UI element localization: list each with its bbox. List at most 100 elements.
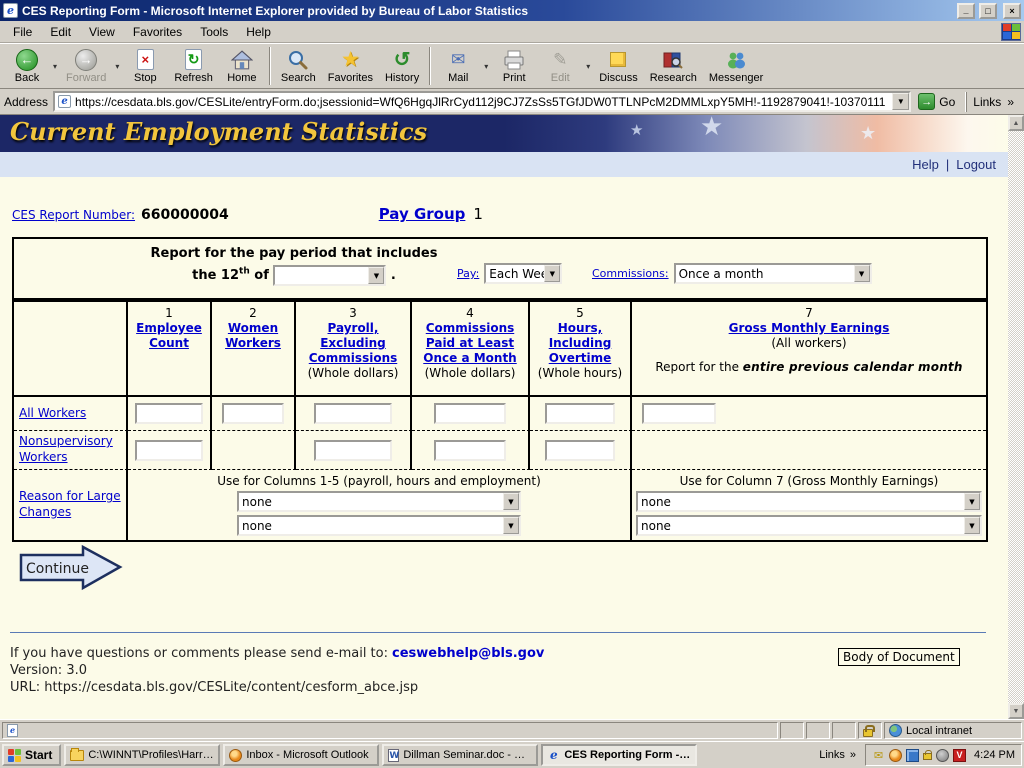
nonsupervisory-workers-link[interactable]: Nonsupervisory Workers (19, 434, 121, 465)
reason-cols-1-5-select-2[interactable]: none ▼ (237, 515, 521, 536)
favorites-button[interactable]: ★ Favorites (322, 45, 379, 87)
outlook-icon (229, 749, 242, 762)
tray-lock-icon[interactable] (923, 753, 932, 760)
taskbar-task-folder[interactable]: C:\WINNT\Profiles\Harre... (64, 744, 220, 766)
commissions-link[interactable]: Commissions: (592, 267, 669, 280)
input-nonsup-employee-count[interactable] (135, 440, 203, 461)
close-button[interactable]: × (1003, 3, 1021, 19)
input-all-workers-gross-earnings[interactable] (642, 403, 716, 424)
tray-network-icon[interactable] (906, 749, 919, 762)
input-all-workers-hours[interactable] (545, 403, 615, 424)
refresh-button[interactable]: ↻ Refresh (168, 45, 219, 87)
system-tray: ✉ V 4:24 PM (865, 744, 1022, 766)
version-text: Version: 3.0 (10, 662, 544, 679)
body-of-document-tag[interactable]: Body of Document (838, 648, 960, 666)
email-link[interactable]: ceswebhelp@bls.gov (392, 646, 544, 661)
search-icon (287, 49, 309, 71)
search-button[interactable]: Search (275, 45, 322, 87)
input-nonsup-hours[interactable] (545, 440, 615, 461)
reason-cols-1-5-cell: Use for Columns 1-5 (payroll, hours and … (128, 470, 632, 540)
select-arrow-icon[interactable]: ▼ (964, 517, 980, 534)
pay-link[interactable]: Pay: (457, 267, 479, 280)
tray-volume-icon[interactable] (936, 749, 949, 762)
payroll-link[interactable]: Payroll, Excluding Commissions (296, 321, 410, 366)
links-chevron-icon[interactable]: » (850, 749, 856, 761)
stop-button[interactable]: × Stop (122, 45, 168, 87)
tray-mail-icon[interactable]: ✉ (872, 749, 885, 762)
select-arrow-icon[interactable]: ▼ (964, 493, 980, 510)
address-input[interactable]: e https://cesdata.bls.gov/CESLite/entryF… (53, 91, 911, 112)
pay-select[interactable]: Each Week ▼ (484, 263, 562, 284)
input-nonsup-payroll[interactable] (314, 440, 392, 461)
mail-button[interactable]: ✉ Mail (435, 45, 481, 87)
minimize-button[interactable]: _ (957, 3, 975, 19)
taskbar-task-word[interactable]: W Dillman Seminar.doc - Mic... (382, 744, 538, 766)
continue-button[interactable]: Continue (18, 543, 126, 594)
women-workers-link[interactable]: Women Workers (212, 321, 294, 351)
research-button[interactable]: Research (644, 45, 703, 87)
print-button[interactable]: Print (491, 45, 537, 87)
start-button[interactable]: Start (2, 744, 61, 766)
links-toolbar[interactable]: Links » (966, 92, 1020, 112)
menu-help[interactable]: Help (237, 22, 280, 42)
menu-edit[interactable]: Edit (41, 22, 80, 42)
taskbar-task-ie-active[interactable]: e CES Reporting Form - ... (541, 744, 697, 766)
pay-group-link[interactable]: Pay Group (379, 205, 466, 223)
cell-all-workers-col4 (412, 397, 530, 431)
toolbar-separator (269, 47, 271, 85)
history-button[interactable]: ↺ History (379, 45, 425, 87)
all-workers-link[interactable]: All Workers (19, 406, 86, 422)
input-nonsup-commissions[interactable] (434, 440, 506, 461)
month-select-arrow-icon[interactable]: ▼ (368, 267, 384, 284)
input-all-workers-women-workers[interactable] (222, 403, 284, 424)
address-dropdown-icon[interactable]: ▼ (892, 93, 909, 110)
commissions-select[interactable]: Once a month ▼ (674, 263, 872, 284)
help-link[interactable]: Help (912, 157, 939, 172)
employee-count-link[interactable]: Employee Count (128, 321, 210, 351)
select-arrow-icon[interactable]: ▼ (503, 517, 519, 534)
tray-reminder-icon[interactable] (889, 749, 902, 762)
messenger-button[interactable]: Messenger (703, 45, 769, 87)
discuss-button[interactable]: Discuss (593, 45, 644, 87)
gross-monthly-earnings-link[interactable]: Gross Monthly Earnings (729, 321, 890, 336)
commissions-select-arrow-icon[interactable]: ▼ (854, 265, 870, 282)
taskbar-links-toolbar[interactable]: Links » (813, 749, 862, 761)
input-all-workers-payroll[interactable] (314, 403, 392, 424)
hours-link[interactable]: Hours, Including Overtime (530, 321, 630, 366)
back-button[interactable]: ← Back (4, 45, 50, 87)
ces-report-number-link[interactable]: CES Report Number: (12, 208, 135, 222)
menu-view[interactable]: View (80, 22, 124, 42)
cell-nonsup-col7 (632, 431, 986, 470)
commissions-paid-link[interactable]: Commissions Paid at Least Once a Month (412, 321, 528, 366)
select-arrow-icon[interactable]: ▼ (503, 493, 519, 510)
logout-link[interactable]: Logout (956, 157, 996, 172)
mail-dropdown-icon[interactable]: ▾ (481, 62, 491, 71)
menu-file[interactable]: File (4, 22, 41, 42)
links-chevron-icon[interactable]: » (1007, 95, 1014, 109)
url-text: URL: https://cesdata.bls.gov/CESLite/con… (10, 679, 544, 696)
reason-col-7-select-1[interactable]: none ▼ (636, 491, 982, 512)
back-dropdown-icon[interactable]: ▾ (50, 62, 60, 71)
menu-tools[interactable]: Tools (191, 22, 237, 42)
reason-cols-1-5-select-1[interactable]: none ▼ (237, 491, 521, 512)
home-button[interactable]: Home (219, 45, 265, 87)
scroll-up-icon[interactable]: ▲ (1008, 115, 1024, 131)
vertical-scrollbar[interactable]: ▲ ▼ (1008, 115, 1024, 719)
month-select[interactable]: ▼ (273, 265, 386, 286)
maximize-button[interactable]: □ (979, 3, 997, 19)
pay-select-arrow-icon[interactable]: ▼ (544, 265, 560, 282)
input-all-workers-commissions[interactable] (434, 403, 506, 424)
folder-icon (70, 750, 84, 761)
scroll-down-icon[interactable]: ▼ (1008, 703, 1024, 719)
go-button[interactable]: → Go (916, 92, 961, 111)
reason-col-7-select-2[interactable]: none ▼ (636, 515, 982, 536)
input-all-workers-employee-count[interactable] (135, 403, 203, 424)
footer-divider (10, 632, 986, 633)
internet-explorer-icon: e (547, 749, 560, 762)
reason-for-large-changes-link[interactable]: Reason for Large Changes (19, 489, 121, 520)
address-bar: Address e https://cesdata.bls.gov/CESLit… (0, 89, 1024, 115)
help-logout-bar: Help | Logout (0, 152, 1008, 177)
taskbar-task-outlook[interactable]: Inbox - Microsoft Outlook (223, 744, 379, 766)
tray-antivirus-icon[interactable]: V (953, 749, 966, 762)
menu-favorites[interactable]: Favorites (124, 22, 191, 42)
